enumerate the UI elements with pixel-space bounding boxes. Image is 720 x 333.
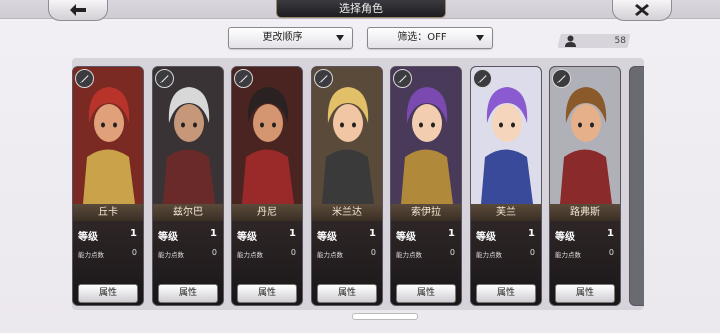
level-label: 等级	[78, 232, 98, 243]
page-title: 选择角色	[276, 0, 446, 18]
level-value: 1	[448, 228, 455, 239]
character-card[interactable]: 米兰达 等级 1 能力点数 0 属性	[311, 66, 383, 306]
level-value: 1	[210, 228, 217, 239]
character-stats: 等级 1 能力点数 0 属性	[73, 221, 143, 305]
roster-count: 58	[614, 36, 626, 46]
character-stats: 等级 1 能力点数 0 属性	[550, 221, 620, 305]
character-name: 索伊拉	[391, 204, 461, 221]
sword-icon	[75, 69, 94, 88]
ability-points-value: 0	[449, 248, 455, 257]
character-card[interactable]: 索伊拉 等级 1 能力点数 0 属性	[390, 66, 462, 306]
character-name: 芙兰	[471, 204, 541, 221]
character-name: 米兰达	[312, 204, 382, 221]
sword-icon	[473, 69, 492, 88]
character-name: 兹尔巴	[153, 204, 223, 221]
ability-points-value: 0	[529, 248, 535, 257]
level-label: 等级	[555, 232, 575, 243]
level-label: 等级	[237, 232, 257, 243]
ability-points-value: 0	[290, 248, 296, 257]
level-value: 1	[130, 228, 137, 239]
chevron-down-icon	[476, 35, 484, 41]
character-list[interactable]: 丘卡 等级 1 能力点数 0 属性 兹尔巴 等级 1 能力点数 0 属性 丹尼 …	[72, 58, 644, 310]
character-card[interactable]: 路弗斯 等级 1 能力点数 0 属性	[549, 66, 621, 306]
person-icon	[565, 35, 576, 47]
level-label: 等级	[317, 232, 337, 243]
sword-icon	[155, 69, 174, 88]
character-card[interactable]: 芙兰 等级 1 能力点数 0 属性	[470, 66, 542, 306]
ability-points-value: 0	[131, 248, 137, 257]
scroll-indicator[interactable]	[352, 313, 418, 320]
sort-order-button[interactable]: 更改顺序	[228, 27, 353, 49]
filter-label: 筛选：OFF	[397, 32, 447, 43]
character-name: 丘卡	[73, 204, 143, 221]
character-stats: 等级 1 能力点数 0 属性	[232, 221, 302, 305]
level-label: 等级	[396, 232, 416, 243]
character-name: 丹尼	[232, 204, 302, 221]
chevron-down-icon	[336, 35, 344, 41]
character-card-partial[interactable]	[629, 66, 644, 306]
character-stats: 等级 1 能力点数 0 属性	[391, 221, 461, 305]
ability-points-label: 能力点数	[396, 251, 422, 259]
fist-icon	[552, 69, 571, 88]
attribute-button[interactable]: 属性	[237, 284, 297, 303]
close-button[interactable]	[612, 0, 672, 21]
attribute-button[interactable]: 属性	[78, 284, 138, 303]
attribute-button[interactable]: 属性	[555, 284, 615, 303]
level-value: 1	[369, 228, 376, 239]
attribute-button[interactable]: 属性	[317, 284, 377, 303]
sword-icon	[314, 69, 333, 88]
ability-points-label: 能力点数	[317, 251, 343, 259]
sword-icon	[393, 69, 412, 88]
ability-points-label: 能力点数	[158, 251, 184, 259]
character-card[interactable]: 丘卡 等级 1 能力点数 0 属性	[72, 66, 144, 306]
character-card[interactable]: 兹尔巴 等级 1 能力点数 0 属性	[152, 66, 224, 306]
character-stats: 等级 1 能力点数 0 属性	[153, 221, 223, 305]
level-value: 1	[607, 228, 614, 239]
ability-points-value: 0	[608, 248, 614, 257]
ability-points-value: 0	[211, 248, 217, 257]
attribute-button[interactable]: 属性	[158, 284, 218, 303]
back-button[interactable]	[48, 0, 108, 21]
filter-button[interactable]: 筛选：OFF	[367, 27, 493, 49]
character-stats: 等级 1 能力点数 0 属性	[471, 221, 541, 305]
level-label: 等级	[158, 232, 178, 243]
sword-icon	[234, 69, 253, 88]
level-value: 1	[289, 228, 296, 239]
level-label: 等级	[476, 232, 496, 243]
ability-points-label: 能力点数	[237, 251, 263, 259]
sort-order-label: 更改顺序	[262, 32, 303, 43]
close-icon	[635, 4, 649, 16]
character-name: 路弗斯	[550, 204, 620, 221]
ability-points-value: 0	[370, 248, 376, 257]
attribute-button[interactable]: 属性	[396, 284, 456, 303]
character-card[interactable]: 丹尼 等级 1 能力点数 0 属性	[231, 66, 303, 306]
character-stats: 等级 1 能力点数 0 属性	[312, 221, 382, 305]
arrow-left-icon	[70, 4, 86, 16]
ability-points-label: 能力点数	[476, 251, 502, 259]
level-value: 1	[528, 228, 535, 239]
attribute-button[interactable]: 属性	[476, 284, 536, 303]
ability-points-label: 能力点数	[78, 251, 104, 259]
ability-points-label: 能力点数	[555, 251, 581, 259]
